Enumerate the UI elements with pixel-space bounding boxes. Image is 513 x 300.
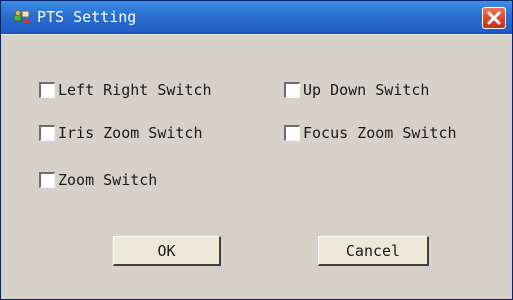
zoom-switch-checkbox[interactable]: Zoom Switch (39, 170, 157, 190)
iris-zoom-switch-checkbox[interactable]: Iris Zoom Switch (39, 123, 203, 143)
checkbox-label[interactable]: Up Down Switch (303, 80, 429, 100)
checkbox-label[interactable]: Left Right Switch (58, 80, 212, 100)
pts-setting-dialog: PTS Setting Left Right Switch Up Down Sw… (0, 0, 513, 300)
focus-zoom-switch-checkbox[interactable]: Focus Zoom Switch (284, 123, 457, 143)
checkbox-label[interactable]: Focus Zoom Switch (303, 123, 457, 143)
close-button[interactable] (482, 7, 506, 29)
cancel-button[interactable]: Cancel (318, 236, 429, 266)
checkbox-box[interactable] (39, 172, 55, 188)
network-settings-icon (13, 9, 31, 25)
title-bar[interactable]: PTS Setting (1, 1, 512, 34)
dialog-body: Left Right Switch Up Down Switch Iris Zo… (1, 35, 512, 299)
checkbox-box[interactable] (39, 125, 55, 141)
checkbox-label[interactable]: Iris Zoom Switch (58, 123, 203, 143)
checkbox-box[interactable] (284, 82, 300, 98)
checkbox-box[interactable] (39, 82, 55, 98)
up-down-switch-checkbox[interactable]: Up Down Switch (284, 80, 429, 100)
window-title: PTS Setting (37, 8, 137, 26)
checkbox-label[interactable]: Zoom Switch (58, 170, 157, 190)
checkbox-box[interactable] (284, 125, 300, 141)
ok-button[interactable]: OK (113, 236, 221, 266)
left-right-switch-checkbox[interactable]: Left Right Switch (39, 80, 212, 100)
close-icon (487, 11, 501, 25)
